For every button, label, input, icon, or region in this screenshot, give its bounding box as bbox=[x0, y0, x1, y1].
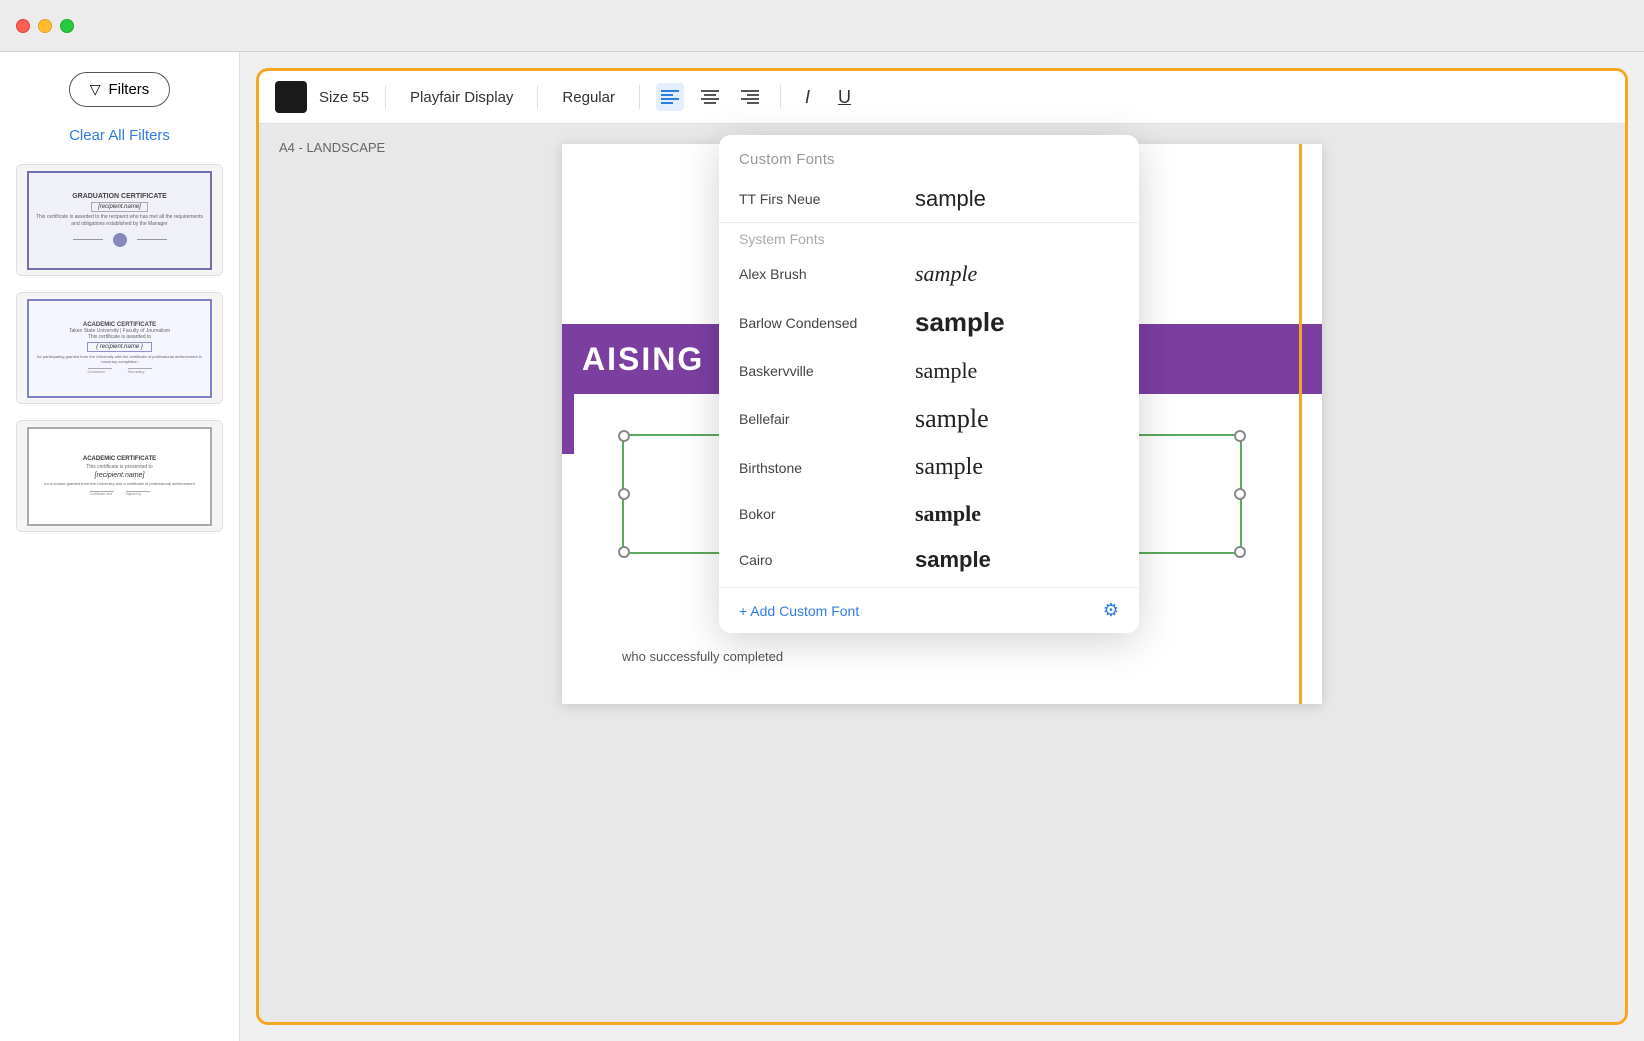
font-size-label[interactable]: Size 55 bbox=[319, 89, 369, 106]
font-item-barlow-condensed[interactable]: Barlow Condensed sample bbox=[719, 297, 1139, 348]
cert-academic1-recipient: { recipient.name } bbox=[87, 342, 152, 352]
handle-middle-right[interactable] bbox=[1234, 488, 1246, 500]
font-item-cairo[interactable]: Cairo sample bbox=[719, 537, 1139, 583]
cert-academic1-preview: ACADEMIC CERTIFICATE Taken State Univers… bbox=[27, 299, 212, 398]
completed-text: who successfully completed bbox=[622, 649, 783, 664]
align-right-button[interactable] bbox=[736, 83, 764, 111]
font-sample-cairo: sample bbox=[915, 547, 991, 573]
filters-label: Filters bbox=[108, 81, 149, 98]
font-name-bellefair: Bellefair bbox=[739, 411, 899, 427]
gear-icon[interactable]: ⚙ bbox=[1103, 600, 1119, 621]
system-fonts-header: System Fonts bbox=[719, 223, 1139, 251]
template-card-academic2[interactable]: ACADEMIC CERTIFICATE This certificate is… bbox=[16, 420, 223, 532]
purple-left-accent bbox=[562, 384, 574, 454]
cert-academic1-signatures: Chairman Secretary bbox=[88, 368, 152, 374]
main-layout: ▽ Filters Clear All Filters GRADUATION C… bbox=[0, 52, 1644, 1041]
minimize-button[interactable] bbox=[38, 19, 52, 33]
font-sample-bokor: sample bbox=[915, 501, 981, 527]
font-sample-bellefair: sample bbox=[915, 404, 989, 434]
cert-academic2-signatures: Certificate and Signed by bbox=[90, 491, 150, 496]
color-swatch[interactable] bbox=[275, 81, 307, 113]
filter-icon: ▽ bbox=[90, 81, 101, 98]
font-name-birthstone: Birthstone bbox=[739, 460, 899, 476]
canvas-scroll-line bbox=[1299, 144, 1302, 704]
font-name-bokor: Bokor bbox=[739, 506, 899, 522]
align-left-icon bbox=[661, 90, 679, 104]
font-sample-alex-brush: sample bbox=[915, 261, 977, 287]
font-sample-barlow-condensed: sample bbox=[915, 307, 1005, 338]
font-family-button[interactable]: Playfair Display bbox=[402, 85, 521, 110]
cert-academic2-recipient: [recipient.name] bbox=[95, 472, 145, 479]
handle-top-left[interactable] bbox=[618, 430, 630, 442]
purple-band-text: AISING bbox=[582, 341, 704, 378]
italic-button[interactable]: I bbox=[797, 83, 818, 112]
cert-academic1-awarded: This certificate is awarded to bbox=[88, 334, 151, 340]
clear-all-filters-button[interactable]: Clear All Filters bbox=[16, 123, 223, 148]
cert-academic1-body: for participating granted from the Unive… bbox=[33, 354, 206, 364]
handle-bottom-left[interactable] bbox=[618, 546, 630, 558]
align-right-icon bbox=[741, 90, 759, 104]
font-name-baskervville: Baskervville bbox=[739, 363, 899, 379]
font-item-alex-brush[interactable]: Alex Brush sample bbox=[719, 251, 1139, 297]
align-center-button[interactable] bbox=[696, 83, 724, 111]
template-preview-graduation: GRADUATION CERTIFICATE [recipient.name] … bbox=[17, 165, 222, 275]
align-left-button[interactable] bbox=[656, 83, 684, 111]
font-item-baskervville[interactable]: Baskervville sample bbox=[719, 348, 1139, 394]
template-card-academic1[interactable]: ACADEMIC CERTIFICATE Taken State Univers… bbox=[16, 292, 223, 404]
close-button[interactable] bbox=[16, 19, 30, 33]
align-center-icon bbox=[701, 90, 719, 104]
page-label: A4 - LANDSCAPE bbox=[279, 140, 385, 155]
cert-graduation-title: GRADUATION CERTIFICATE bbox=[72, 193, 167, 200]
window-chrome bbox=[0, 0, 1644, 52]
template-preview-academic2: ACADEMIC CERTIFICATE This certificate is… bbox=[17, 421, 222, 531]
cert-graduation-body: This certificate is awarded to the recip… bbox=[33, 214, 206, 227]
cert-academic2-title: ACADEMIC CERTIFICATE bbox=[83, 456, 156, 462]
cert-academic2-body: for a course granted from the University… bbox=[44, 481, 195, 487]
cert-academic2-preview: ACADEMIC CERTIFICATE This certificate is… bbox=[27, 427, 212, 526]
font-weight-button[interactable]: Regular bbox=[554, 85, 623, 110]
font-dropdown: Custom Fonts TT Firs Neue sample System … bbox=[719, 135, 1139, 633]
handle-middle-left[interactable] bbox=[618, 488, 630, 500]
cert-graduation-signatures bbox=[73, 231, 167, 247]
font-name-barlow-condensed: Barlow Condensed bbox=[739, 315, 899, 331]
toolbar-separator-4 bbox=[780, 85, 781, 109]
filters-button[interactable]: ▽ Filters bbox=[69, 72, 171, 107]
font-dropdown-footer: + Add Custom Font ⚙ bbox=[719, 587, 1139, 633]
template-preview-academic1: ACADEMIC CERTIFICATE Taken State Univers… bbox=[17, 293, 222, 403]
main-content: Size 55 Playfair Display Regular bbox=[240, 52, 1644, 1041]
font-sample-tt-firs: sample bbox=[915, 186, 986, 212]
custom-fonts-header: Custom Fonts bbox=[719, 135, 1139, 176]
font-item-birthstone[interactable]: Birthstone sample bbox=[719, 444, 1139, 491]
cert-academic2-cert: This certificate is presented to bbox=[86, 464, 152, 470]
toolbar-separator-3 bbox=[639, 85, 640, 109]
font-name-cairo: Cairo bbox=[739, 552, 899, 568]
editor-wrapper: Size 55 Playfair Display Regular bbox=[256, 68, 1628, 1025]
cert-graduation-recipient: [recipient.name] bbox=[91, 202, 148, 212]
font-name-tt-firs: TT Firs Neue bbox=[739, 191, 899, 207]
font-sample-baskervville: sample bbox=[915, 358, 977, 384]
toolbar: Size 55 Playfair Display Regular bbox=[259, 71, 1625, 124]
toolbar-separator-1 bbox=[385, 85, 386, 109]
font-item-bokor[interactable]: Bokor sample bbox=[719, 491, 1139, 537]
font-item-bellefair[interactable]: Bellefair sample bbox=[719, 394, 1139, 444]
toolbar-separator-2 bbox=[537, 85, 538, 109]
font-name-alex-brush: Alex Brush bbox=[739, 266, 899, 282]
cert-graduation-preview: GRADUATION CERTIFICATE [recipient.name] … bbox=[27, 171, 212, 270]
font-sample-birthstone: sample bbox=[915, 454, 983, 481]
handle-top-right[interactable] bbox=[1234, 430, 1246, 442]
purple-band-text-partial: AISING bbox=[582, 341, 704, 377]
template-card-graduation[interactable]: GRADUATION CERTIFICATE [recipient.name] … bbox=[16, 164, 223, 276]
add-custom-font-button[interactable]: + Add Custom Font bbox=[739, 603, 859, 619]
handle-bottom-right[interactable] bbox=[1234, 546, 1246, 558]
maximize-button[interactable] bbox=[60, 19, 74, 33]
sidebar: ▽ Filters Clear All Filters GRADUATION C… bbox=[0, 52, 240, 1041]
underline-button[interactable]: U bbox=[830, 83, 859, 112]
font-item-tt-firs[interactable]: TT Firs Neue sample bbox=[719, 176, 1139, 222]
